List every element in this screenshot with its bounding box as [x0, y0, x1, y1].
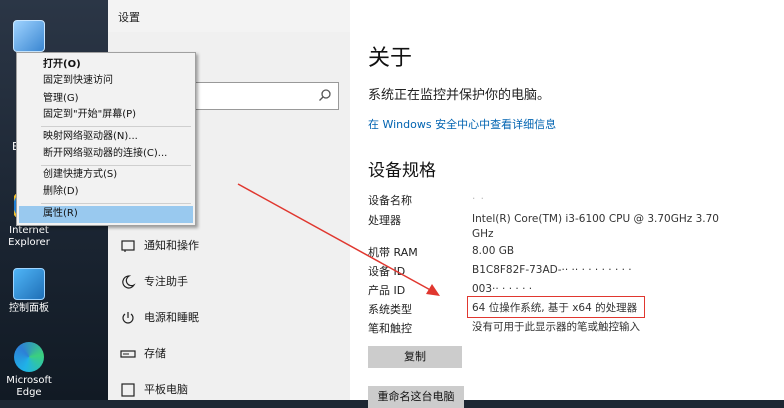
spec-key-system-type: 系统类型 [368, 303, 412, 316]
spec-key-device-name: 设备名称 [368, 194, 412, 207]
nav-item-focus-assist[interactable]: 专注助手 [120, 271, 188, 293]
control-panel-label: 控制面板 [9, 303, 49, 314]
spec-key-device-id: 设备 ID [368, 265, 406, 278]
nav-item-label: 专注助手 [144, 275, 188, 288]
edge-desktop-icon[interactable]: Microsoft Edge [0, 342, 58, 399]
menu-separator [41, 165, 191, 166]
security-center-link[interactable]: 在 Windows 安全中心中查看详细信息 [368, 116, 556, 132]
copy-button[interactable]: 复制 [368, 346, 462, 368]
context-menu: 打开(O) 固定到快速访问 管理(G) 固定到"开始"屏幕(P) 映射网络驱动器… [16, 52, 196, 226]
settings-window: 设置 通知和操作 专注助手 电源和睡眠 存储 平板电脑 关于 系统正在监控并保护… [108, 0, 784, 408]
spec-key-product-id: 产品 ID [368, 284, 406, 297]
spec-value-pen-touch: 没有可用于此显示器的笔或触控输入 [472, 321, 640, 333]
nav-item-label: 存储 [144, 347, 166, 360]
menu-separator [41, 203, 191, 204]
menu-item-create-shortcut[interactable]: 创建快捷方式(S) [43, 167, 117, 183]
spec-value-ram: 8.00 GB [472, 245, 515, 257]
device-specs-heading: 设备规格 [368, 161, 436, 181]
edge-label: Microsoft Edge [6, 375, 52, 398]
spec-key-pen-touch: 笔和触控 [368, 322, 412, 335]
about-page: 关于 系统正在监控并保护你的电脑。 在 Windows 安全中心中查看详细信息 … [350, 0, 784, 408]
spec-value-device-name: · · [472, 193, 486, 205]
nav-item-label: 电源和睡眠 [144, 311, 199, 324]
moon-icon [122, 275, 136, 289]
edge-icon [14, 342, 44, 372]
spec-value-product-id: 003·· · · · · · [472, 283, 533, 295]
nav-item-notifications[interactable]: 通知和操作 [120, 235, 199, 257]
bell-icon [121, 240, 135, 252]
internet-explorer-label: Internet Explorer [8, 225, 50, 248]
control-panel-icon [13, 268, 45, 300]
page-title: 关于 [368, 46, 413, 71]
search-icon [319, 89, 331, 101]
menu-item-delete[interactable]: 删除(D) [43, 184, 79, 200]
window-title: 设置 [118, 11, 140, 24]
storage-icon [120, 350, 136, 358]
nav-item-power-sleep[interactable]: 电源和睡眠 [120, 307, 199, 329]
menu-item-map-drive[interactable]: 映射网络驱动器(N)... [43, 129, 138, 145]
spec-key-ram: 机带 RAM [368, 246, 418, 259]
menu-separator [41, 126, 191, 127]
nav-item-storage[interactable]: 存储 [120, 343, 166, 365]
system-type-highlight-box [467, 296, 645, 318]
control-panel-desktop-icon[interactable]: 控制面板 [0, 268, 58, 315]
menu-item-properties[interactable]: 属性(R) [43, 206, 78, 222]
spec-value-device-id: B1C8F82F-73AD-·· ·· · · · · · · · · [472, 264, 632, 276]
power-icon [122, 312, 134, 324]
computer-icon [13, 20, 45, 52]
menu-item-manage[interactable]: 管理(G) [43, 91, 79, 107]
nav-item-label: 通知和操作 [144, 239, 199, 252]
spec-key-processor: 处理器 [368, 214, 401, 227]
menu-item-disconnect-drive[interactable]: 断开网络驱动器的连接(C)... [43, 146, 167, 162]
nav-item-label: 平板电脑 [144, 383, 188, 396]
menu-item-pin-quick-access[interactable]: 固定到快速访问 [43, 73, 113, 89]
tablet-icon [121, 383, 135, 397]
security-status-text: 系统正在监控并保护你的电脑。 [368, 88, 551, 103]
menu-item-pin-start[interactable]: 固定到"开始"屏幕(P) [43, 107, 136, 123]
spec-value-processor: Intel(R) Core(TM) i3-6100 CPU @ 3.70GHz … [472, 213, 719, 240]
nav-item-tablet[interactable]: 平板电脑 [120, 379, 188, 401]
rename-pc-button[interactable]: 重命名这台电脑 [368, 386, 464, 408]
menu-item-open[interactable]: 打开(O) [43, 57, 81, 73]
this-pc-desktop-icon[interactable] [0, 20, 58, 55]
